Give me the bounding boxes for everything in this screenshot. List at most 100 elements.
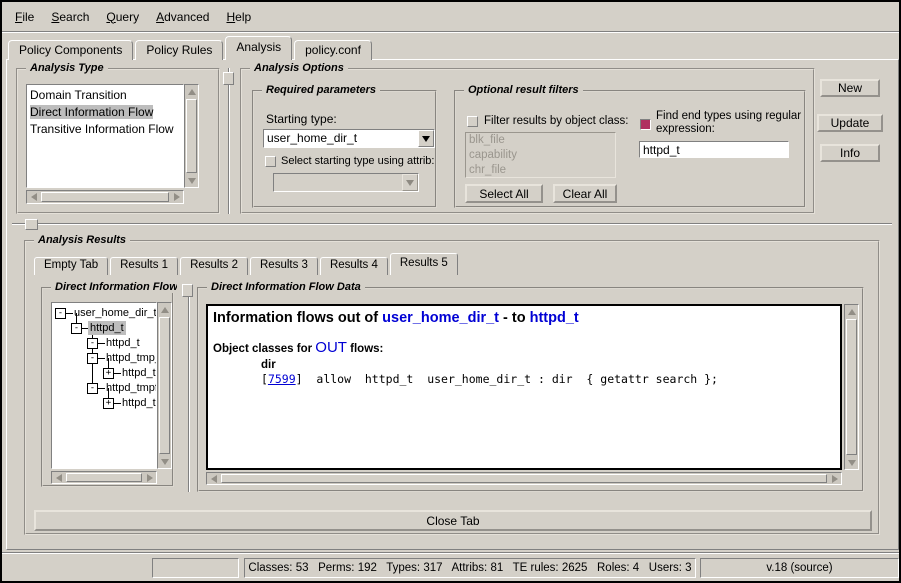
scroll-right-button[interactable]: [828, 473, 841, 484]
menubar: File Search Query Advanced Help: [2, 2, 899, 32]
status-bar: Classes: 53 Perms: 192 Types: 317 Attrib…: [2, 552, 899, 581]
data-vscrollbar[interactable]: [844, 304, 859, 470]
results-tab-results-1[interactable]: Results 1: [110, 257, 178, 275]
regex-input[interactable]: [639, 141, 789, 158]
arrow-up-icon: [161, 307, 169, 313]
menu-search[interactable]: Search: [51, 10, 89, 24]
scroll-down-button[interactable]: [158, 455, 171, 468]
analysis-type-item[interactable]: Domain Transition: [27, 87, 183, 104]
scroll-up-button[interactable]: [158, 303, 171, 316]
scroll-down-button[interactable]: [845, 456, 858, 469]
required-parameters-title: Required parameters: [262, 84, 380, 96]
tree-collapse-icon[interactable]: -: [71, 323, 82, 334]
analysis-type-hscrollbar[interactable]: [26, 190, 184, 204]
scroll-down-button[interactable]: [185, 174, 198, 187]
close-tab-button[interactable]: Close Tab: [34, 510, 872, 531]
arrow-up-icon: [848, 309, 856, 315]
scrollbar-thumb[interactable]: [186, 99, 197, 173]
menu-file[interactable]: File: [15, 10, 34, 24]
flow-data-text[interactable]: Information flows out of user_home_dir_t…: [206, 304, 842, 470]
tree-node-httpd_tmp_t[interactable]: httpd_tmp_t: [104, 351, 157, 365]
main-tab-bar: Policy ComponentsPolicy RulesAnalysispol…: [8, 38, 374, 60]
results-sash-handle[interactable]: [182, 284, 193, 297]
scroll-up-button[interactable]: [185, 85, 198, 98]
results-sash-line: [188, 287, 190, 492]
combobox-dropdown-button-disabled: [402, 174, 418, 191]
menu-query[interactable]: Query: [106, 10, 139, 24]
results-tab-results-2[interactable]: Results 2: [180, 257, 248, 275]
results-tab-empty-tab[interactable]: Empty Tab: [34, 257, 108, 275]
scroll-left-button[interactable]: [52, 472, 65, 483]
update-button[interactable]: Update: [817, 114, 883, 132]
scroll-left-button[interactable]: [27, 191, 40, 203]
results-tab-results-3[interactable]: Results 3: [250, 257, 318, 275]
tab-analysis[interactable]: Analysis: [225, 36, 292, 60]
info-button[interactable]: Info: [820, 144, 880, 162]
optional-filters-title: Optional result filters: [464, 84, 583, 96]
tree-node-httpd_t[interactable]: httpd_t: [120, 366, 157, 380]
starting-type-value: user_home_dir_t: [264, 130, 418, 147]
apol-window: File Search Query Advanced Help Policy Compo…: [0, 0, 901, 583]
flow-data-group: Direct Information Flow Data Information…: [197, 287, 864, 492]
analysis-results-title: Analysis Results: [34, 234, 130, 246]
data-hscrollbar[interactable]: [206, 472, 842, 485]
results-tab-results-5[interactable]: Results 5: [390, 253, 458, 275]
tree-collapse-icon[interactable]: -: [87, 338, 98, 349]
tab-policy-conf[interactable]: policy.conf: [294, 40, 372, 60]
attrib-value: [274, 174, 402, 191]
scrollbar-thumb[interactable]: [221, 474, 827, 483]
select-all-button[interactable]: Select All: [465, 184, 543, 203]
tree-expand-icon[interactable]: +: [103, 368, 114, 379]
combobox-dropdown-button[interactable]: [418, 130, 434, 147]
scroll-right-button[interactable]: [170, 191, 183, 203]
scrollbar-thumb[interactable]: [41, 192, 169, 202]
scroll-up-button[interactable]: [845, 305, 858, 318]
scrollbar-thumb[interactable]: [846, 319, 857, 455]
tree-collapse-icon[interactable]: -: [87, 383, 98, 394]
tree-node-httpd_t[interactable]: httpd_t: [104, 336, 142, 350]
scroll-right-button[interactable]: [143, 472, 156, 483]
results-tab-results-4[interactable]: Results 4: [320, 257, 388, 275]
clear-all-button[interactable]: Clear All: [553, 184, 617, 203]
object-class-listbox: blk_filecapabilitychr_file: [465, 132, 616, 178]
tree-collapse-icon[interactable]: -: [55, 308, 66, 319]
tree-hscrollbar[interactable]: [51, 471, 157, 484]
filter-object-class-label: Filter results by object class:: [484, 115, 628, 127]
status-stats: Classes: 53 Perms: 192 Types: 317 Attrib…: [244, 558, 696, 578]
attrib-checkbox[interactable]: [265, 156, 276, 167]
new-button[interactable]: New: [820, 79, 880, 97]
analysis-type-listbox[interactable]: Domain TransitionDirect Information Flow…: [26, 84, 184, 188]
analysis-type-vscrollbar[interactable]: [184, 84, 199, 188]
chevron-down-icon: [422, 136, 430, 142]
tree-node-user_home_dir_t[interactable]: user_home_dir_t: [72, 306, 157, 320]
out-flow-label: OUT: [315, 339, 347, 356]
menu-advanced[interactable]: Advanced: [156, 10, 209, 24]
object-class-name: dir: [261, 359, 840, 371]
scrollbar-thumb[interactable]: [66, 473, 142, 482]
tab-policy-components[interactable]: Policy Components: [8, 40, 133, 60]
flow-tree[interactable]: -user_home_dir_t-httpd_t-httpd_t-httpd_t…: [51, 302, 157, 469]
analysis-type-item[interactable]: Direct Information Flow: [27, 104, 183, 121]
regex-checkbox[interactable]: [640, 119, 651, 130]
tree-expand-icon[interactable]: +: [103, 398, 114, 409]
scrollbar-thumb[interactable]: [159, 317, 170, 454]
tree-node-httpd_t[interactable]: httpd_t: [120, 396, 157, 410]
results-tab-bar: Empty TabResults 1Results 2Results 3Resu…: [34, 256, 460, 275]
tree-node-httpd_tmpfs_t[interactable]: httpd_tmpfs_t: [104, 381, 157, 395]
tree-collapse-icon[interactable]: -: [87, 353, 98, 364]
menu-help[interactable]: Help: [226, 10, 251, 24]
chevron-down-icon: [406, 180, 414, 186]
analysis-type-item[interactable]: Transitive Information Flow: [27, 121, 183, 138]
tree-vscrollbar[interactable]: [157, 302, 172, 469]
scroll-left-button[interactable]: [207, 473, 220, 484]
tab-policy-rules[interactable]: Policy Rules: [135, 40, 223, 60]
arrow-right-icon: [174, 193, 180, 201]
flow-header: Information flows out of user_home_dir_t…: [213, 310, 840, 326]
tree-node-httpd_t[interactable]: httpd_t: [88, 321, 126, 335]
vertical-sash-handle[interactable]: [223, 72, 234, 85]
rule-id-link[interactable]: 7599: [268, 372, 296, 386]
horizontal-sash-handle[interactable]: [25, 219, 38, 230]
filter-object-class-checkbox[interactable]: [467, 116, 478, 127]
arrow-left-icon: [211, 475, 217, 483]
starting-type-combobox[interactable]: user_home_dir_t: [263, 129, 435, 148]
